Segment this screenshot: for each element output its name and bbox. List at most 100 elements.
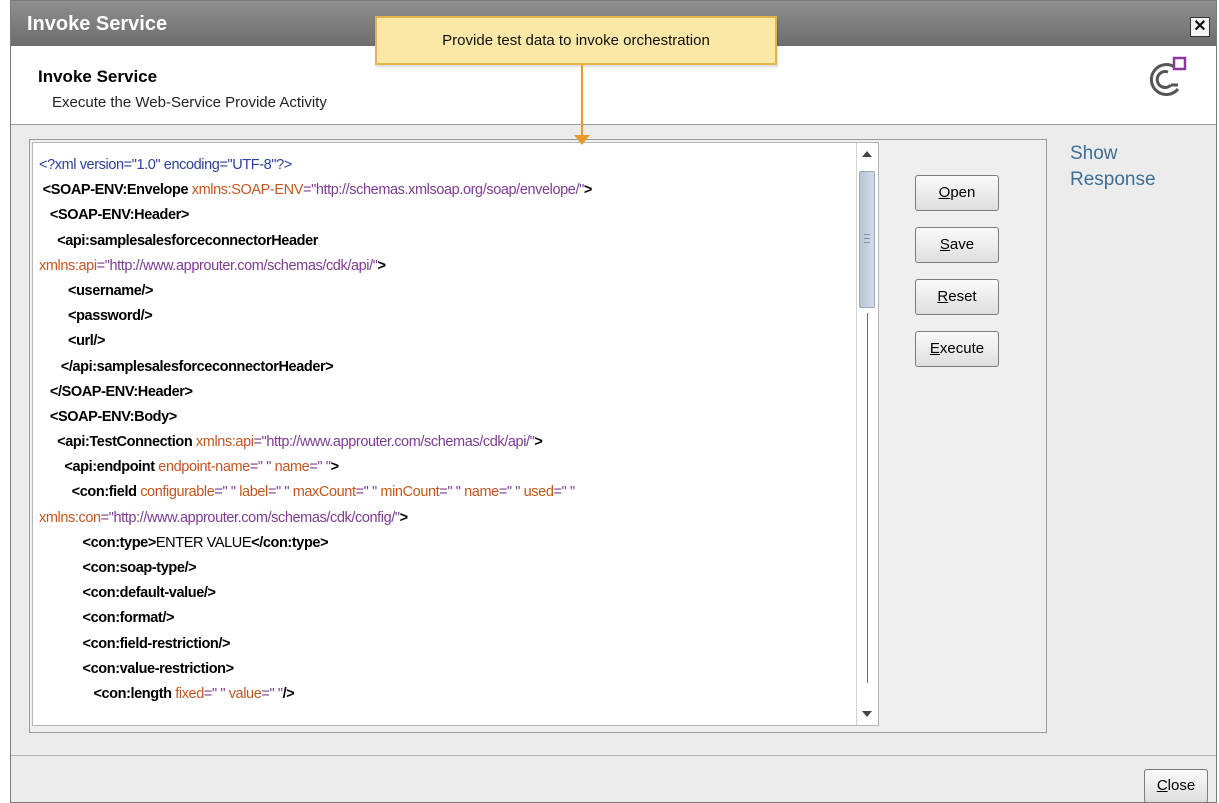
code-token-val: ="http://www.approuter.com/schemas/cdk/a… [253,434,535,451]
code-token-tag: > [377,257,386,274]
header-subtitle: Execute the Web-Service Provide Activity [52,94,327,111]
open-button[interactable]: Open [915,175,999,211]
code-token-attr: xmlns:api [39,257,97,274]
code-line: <?xml version="1.0" encoding="UTF-8"?> [39,153,592,178]
code-token-attr: endpoint-name [154,459,250,476]
code-token-pi: <?xml version="1.0" encoding="UTF-8"?> [39,157,292,173]
code-line: </api:samplesalesforceconnectorHeader> [39,355,592,380]
code-token-val: =" " [203,685,226,702]
code-token-tag: <con:soap-type/> [82,560,197,576]
scroll-up-icon[interactable] [862,151,872,157]
grip-line [864,238,870,239]
service-logo-icon [1149,56,1187,97]
code-line: <username/> [39,279,592,304]
close-window-icon[interactable]: ✕ [1190,17,1210,37]
code-token-attr: label [235,484,268,501]
code-token-tag: <con:format/> [82,610,175,627]
code-line: <con:format/> [39,606,592,631]
code-line: <SOAP-ENV:Body> [39,405,592,430]
code-token-val: =" " [267,484,290,501]
code-line: <SOAP-ENV:Envelope xmlns:SOAP-ENV="http:… [39,178,593,203]
code-token-tag: <api:TestConnection [57,434,193,451]
code-token-val: =" " [214,484,236,501]
xml-code[interactable]: <?xml version="1.0" encoding="UTF-8"?> <… [39,153,592,707]
vertical-scrollbar[interactable] [856,143,878,725]
code-token-tag: > [330,459,339,476]
grip-line [864,242,870,243]
code-token-tag: <con:type> [82,534,157,551]
scroll-thumb[interactable] [859,171,875,308]
code-line: <con:length fixed=" " value=" "/> [39,682,592,707]
code-line: <api:TestConnection xmlns:api="http://ww… [39,430,592,455]
code-line: <con:type>ENTER VALUE</con:type> [39,531,592,556]
code-line: <con:value-restriction> [39,657,592,682]
code-token-tag: <api:endpoint [64,459,155,476]
code-token-attr: configurable [136,484,215,501]
code-token-tag: </SOAP-ENV:Header> [49,383,193,400]
code-token-attr: fixed [171,685,204,702]
code-token-val: =" " [309,459,331,476]
callout-pointer-line [581,65,583,135]
code-line: </SOAP-ENV:Header> [39,380,592,405]
save-button[interactable]: Save [915,227,999,263]
code-token-val: =" " [553,484,576,501]
code-line: xmlns:api="http://www.approuter.com/sche… [39,254,592,279]
code-token-tag: <con:field [71,484,137,501]
code-token-attr: xmlns:con [39,509,101,526]
code-token-val: =" " [249,459,272,476]
code-token-txt: ENTER VALUE [155,534,252,551]
close-button[interactable]: Close [1144,769,1208,802]
code-line: <api:samplesalesforceconnectorHeader [39,229,592,254]
code-token-attr: value [225,685,262,702]
code-line: <url/> [39,329,592,354]
code-token-attr: minCount [376,484,440,501]
code-line: <password/> [39,304,592,329]
reset-button[interactable]: Reset [915,279,999,315]
footer-divider [11,755,1216,756]
code-token-val: ="http://schemas.xmlsoap.org/soap/envelo… [303,182,584,199]
show-response-link[interactable]: Show Response [1070,141,1200,193]
code-line: <api:endpoint endpoint-name=" " name=" "… [39,455,592,480]
code-token-tag: </api:samplesalesforceconnectorHeader> [60,358,334,375]
code-token-val: ="http://www.approuter.com/schemas/cdk/c… [100,509,400,526]
code-token-tag: <url/> [68,333,106,350]
tooltip-callout: Provide test data to invoke orchestratio… [375,16,777,65]
code-token-tag: <SOAP-ENV:Body> [49,408,177,425]
code-token-tag: <SOAP-ENV:Envelope [42,182,189,199]
code-token-tag: <username/> [68,282,154,299]
code-token-attr: maxCount [289,484,356,501]
code-token-tag: <password/> [68,308,153,325]
code-token-tag: <SOAP-ENV:Header> [49,207,189,224]
code-line: <con:soap-type/> [39,556,592,581]
code-token-val: =" " [355,484,378,501]
xml-request-editor[interactable]: <?xml version="1.0" encoding="UTF-8"?> <… [32,142,879,726]
code-token-attr: xmlns:api [192,434,254,451]
scroll-track [867,313,868,683]
scroll-down-icon[interactable] [862,711,872,717]
code-token-tag: <con:default-value/> [82,585,216,602]
execute-button[interactable]: Execute [915,331,999,367]
code-token-attr: name [460,484,499,501]
code-token-tag: > [399,509,408,526]
code-token-tag: <con:length [93,685,172,702]
code-token-tag: <con:value-restriction> [82,660,235,677]
header-title: Invoke Service [38,67,158,86]
code-token-tag: </con:type> [251,534,329,551]
code-token-tag: > [583,182,592,199]
code-token-tag: <con:field-restriction/> [82,635,231,652]
code-line: <con:default-value/> [39,581,592,606]
